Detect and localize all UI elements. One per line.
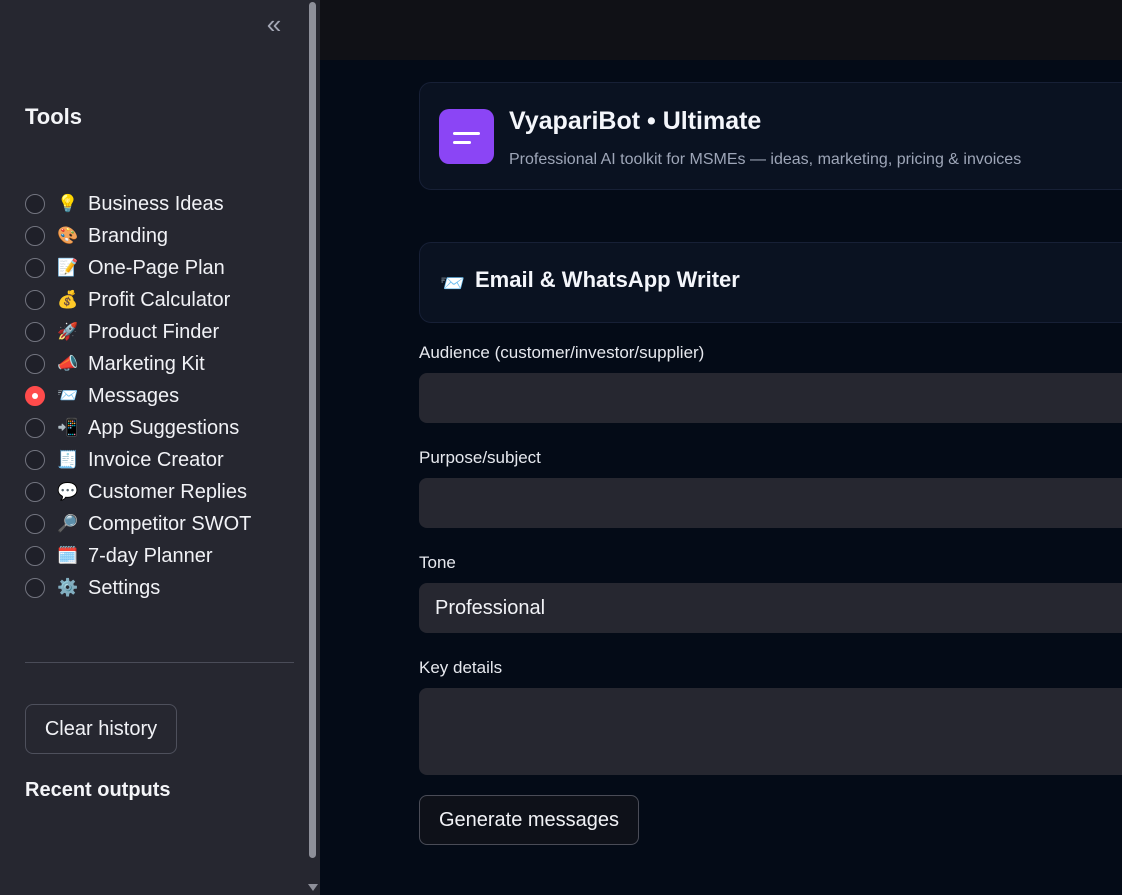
radio-circle-icon[interactable] xyxy=(25,226,45,246)
tool-option-product-finder[interactable]: 🚀 Product Finder xyxy=(25,316,251,348)
radio-circle-icon[interactable] xyxy=(25,418,45,438)
tool-option-one-page-plan[interactable]: 📝 One-Page Plan xyxy=(25,252,251,284)
radio-circle-icon[interactable] xyxy=(25,322,45,342)
tool-emoji-icon: 🚀 xyxy=(57,322,79,341)
tool-option-messages[interactable]: 📨 Messages xyxy=(25,380,251,412)
radio-circle-icon[interactable] xyxy=(25,354,45,374)
app-header-card: VyapariBot • Ultimate Professional AI to… xyxy=(419,82,1122,190)
generate-messages-button[interactable]: Generate messages xyxy=(419,795,639,845)
radio-circle-icon[interactable] xyxy=(25,482,45,502)
purpose-label: Purpose/subject xyxy=(419,448,541,467)
logo-line xyxy=(453,132,480,135)
tone-selected-value: Professional xyxy=(435,596,546,619)
tool-option-label: Customer Replies xyxy=(88,480,247,503)
collapse-sidebar-icon[interactable]: « xyxy=(262,11,286,38)
top-header-bar xyxy=(320,0,1122,60)
radio-circle-icon[interactable] xyxy=(25,386,45,406)
tool-option-settings[interactable]: ⚙️ Settings xyxy=(25,572,251,604)
sidebar-divider xyxy=(25,662,294,663)
tool-option-branding[interactable]: 🎨 Branding xyxy=(25,220,251,252)
section-header-card: 📨 Email & WhatsApp Writer xyxy=(419,242,1122,323)
tone-label: Tone xyxy=(419,553,456,572)
purpose-input[interactable] xyxy=(419,478,1122,528)
tool-option-label: Invoice Creator xyxy=(88,448,224,471)
clear-history-button[interactable]: Clear history xyxy=(25,704,177,754)
tool-option-label: Profit Calculator xyxy=(88,288,231,311)
tool-emoji-icon: 🎨 xyxy=(57,226,79,245)
tool-option-app-suggestions[interactable]: 📲 App Suggestions xyxy=(25,412,251,444)
incoming-envelope-icon: 📨 xyxy=(440,273,465,295)
radio-circle-icon[interactable] xyxy=(25,546,45,566)
tool-option-label: One-Page Plan xyxy=(88,256,225,279)
audience-input[interactable] xyxy=(419,373,1122,423)
tool-option-label: Settings xyxy=(88,576,161,599)
tool-emoji-icon: 📲 xyxy=(57,418,79,437)
tool-option-label: Messages xyxy=(88,384,180,407)
tool-option-7-day-planner[interactable]: 🗓️ 7-day Planner xyxy=(25,540,251,572)
tool-option-label: App Suggestions xyxy=(88,416,240,439)
radio-circle-icon[interactable] xyxy=(25,194,45,214)
key-details-label: Key details xyxy=(419,658,503,677)
app-logo-icon xyxy=(439,109,494,164)
tool-emoji-icon: 💰 xyxy=(57,290,79,309)
tool-emoji-icon: 🔎 xyxy=(57,514,79,533)
tool-emoji-icon: 🧾 xyxy=(57,450,79,469)
tool-option-invoice-creator[interactable]: 🧾 Invoice Creator xyxy=(25,444,251,476)
scroll-down-arrow-icon[interactable] xyxy=(308,884,318,891)
radio-circle-icon[interactable] xyxy=(25,578,45,598)
tool-option-label: Product Finder xyxy=(88,320,220,343)
tool-emoji-icon: 📝 xyxy=(57,258,79,277)
radio-circle-icon[interactable] xyxy=(25,514,45,534)
tool-emoji-icon: 💡 xyxy=(57,194,79,213)
tool-radio-group: 💡 Business Ideas 🎨 Branding 📝 One-Page Plan 💰 P… xyxy=(25,188,251,604)
tool-option-customer-replies[interactable]: 💬 Customer Replies xyxy=(25,476,251,508)
tool-option-marketing-kit[interactable]: 📣 Marketing Kit xyxy=(25,348,251,380)
tool-option-profit-calculator[interactable]: 💰 Profit Calculator xyxy=(25,284,251,316)
scrollbar-thumb[interactable] xyxy=(309,2,316,858)
tool-emoji-icon: 📣 xyxy=(57,354,79,373)
section-title: Email & WhatsApp Writer xyxy=(475,267,740,292)
tool-option-label: 7-day Planner xyxy=(88,544,213,567)
tool-option-label: Branding xyxy=(88,224,169,247)
sidebar: « Tools 💡 Business Ideas 🎨 Branding 📝 One-Pag… xyxy=(0,0,320,895)
tool-option-business-ideas[interactable]: 💡 Business Ideas xyxy=(25,188,251,220)
tool-option-label: Business Ideas xyxy=(88,192,224,215)
tool-emoji-icon: ⚙️ xyxy=(57,578,79,597)
logo-line xyxy=(453,141,471,144)
radio-circle-icon[interactable] xyxy=(25,450,45,470)
app-subtitle: Professional AI toolkit for MSMEs — idea… xyxy=(509,151,1022,168)
sidebar-scrollbar[interactable] xyxy=(308,0,318,895)
radio-circle-icon[interactable] xyxy=(25,290,45,310)
audience-label: Audience (customer/investor/supplier) xyxy=(419,343,705,362)
tool-emoji-icon: 🗓️ xyxy=(57,546,79,565)
tool-option-label: Competitor SWOT xyxy=(88,512,252,535)
tool-emoji-icon: 📨 xyxy=(57,386,79,405)
radio-circle-icon[interactable] xyxy=(25,258,45,278)
tone-select[interactable]: Professional xyxy=(419,583,1122,633)
tool-emoji-icon: 💬 xyxy=(57,482,79,501)
tool-option-competitor-swot[interactable]: 🔎 Competitor SWOT xyxy=(25,508,251,540)
recent-outputs-heading: Recent outputs xyxy=(25,779,171,801)
tool-option-label: Marketing Kit xyxy=(88,352,205,375)
key-details-textarea[interactable] xyxy=(419,688,1122,775)
tools-title: Tools xyxy=(25,104,83,129)
app-title: VyapariBot • Ultimate xyxy=(509,107,762,135)
